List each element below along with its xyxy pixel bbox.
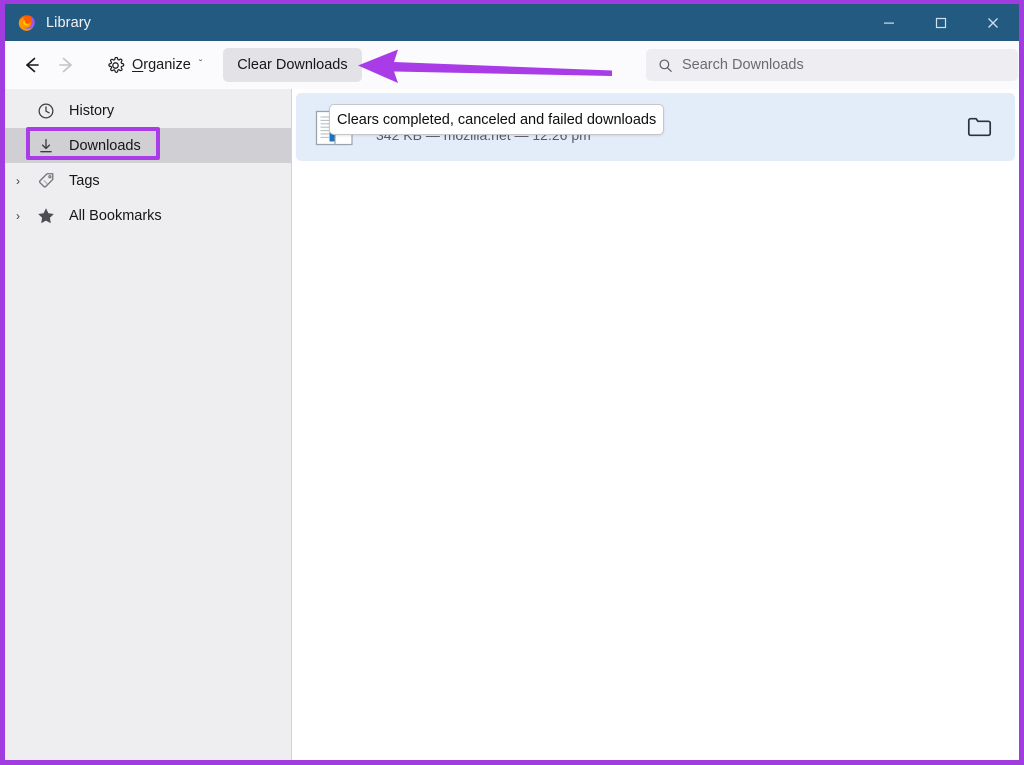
window-frame-annotation xyxy=(0,0,1024,765)
